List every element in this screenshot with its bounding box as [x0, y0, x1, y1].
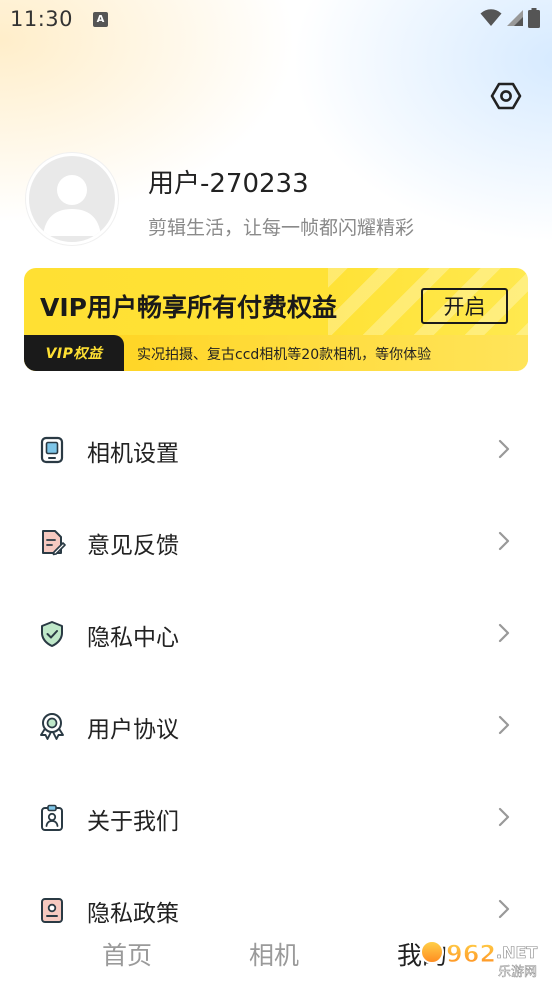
menu-item-user-agreement[interactable]: 用户协议	[0, 690, 552, 760]
vip-description: 实况拍摄、复古ccd相机等20款相机，等你体验	[137, 347, 432, 363]
id-badge-icon	[41, 804, 63, 831]
menu-item-about-us[interactable]: 关于我们	[0, 782, 552, 852]
menu-label: 意见反馈	[87, 533, 179, 559]
chevron-right-icon	[498, 807, 510, 827]
chevron-right-icon	[498, 531, 510, 551]
menu-label: 隐私中心	[87, 625, 179, 651]
hexagon-settings-icon	[490, 82, 522, 110]
site-watermark-logo: 962 .NET 乐游网	[418, 934, 548, 980]
feedback-icon	[42, 530, 66, 556]
vip-open-button[interactable]: 开启	[421, 288, 508, 324]
svg-text:乐游网: 乐游网	[498, 965, 537, 980]
chevron-right-icon	[498, 899, 510, 919]
tab-home[interactable]: 首页	[102, 936, 152, 972]
chevron-right-icon	[498, 439, 510, 459]
award-ribbon-icon	[40, 713, 64, 740]
signal-icon	[507, 10, 523, 26]
status-bar: 11:30 A	[0, 0, 552, 38]
profile-slogan: 剪辑生活，让每一帧都闪耀精彩	[148, 217, 415, 239]
menu-item-privacy-center[interactable]: 隐私中心	[0, 598, 552, 668]
battery-icon	[528, 8, 540, 28]
notification-icon: A	[93, 11, 109, 27]
user-silhouette-icon	[43, 175, 101, 236]
wifi-icon	[480, 9, 502, 26]
svg-text:962: 962	[446, 940, 496, 968]
vip-banner[interactable]: VIP用户畅享所有付费权益 开启 VIP权益 实况拍摄、复古ccd相机等20款相…	[24, 268, 528, 371]
svg-text:.NET: .NET	[496, 943, 537, 962]
shield-check-icon	[41, 621, 63, 647]
chevron-right-icon	[498, 715, 510, 735]
status-icons	[480, 8, 540, 28]
privacy-card-icon	[41, 898, 63, 923]
menu-label: 隐私政策	[87, 901, 179, 927]
menu-label: 关于我们	[87, 809, 179, 835]
menu-label: 相机设置	[87, 441, 179, 467]
chevron-right-icon	[498, 623, 510, 643]
menu-label: 用户协议	[87, 717, 179, 743]
menu-item-camera-settings[interactable]: 相机设置	[0, 414, 552, 484]
status-time: 11:30	[10, 7, 74, 31]
avatar[interactable]	[26, 153, 118, 245]
username: 用户-270233	[148, 169, 309, 199]
menu-item-feedback[interactable]: 意见反馈	[0, 506, 552, 576]
settings-button[interactable]	[490, 80, 522, 112]
vip-benefits-tag: VIP权益	[24, 335, 124, 371]
tablet-icon	[40, 436, 64, 464]
tab-camera[interactable]: 相机	[249, 936, 299, 972]
vip-title: VIP用户畅享所有付费权益	[40, 293, 337, 322]
